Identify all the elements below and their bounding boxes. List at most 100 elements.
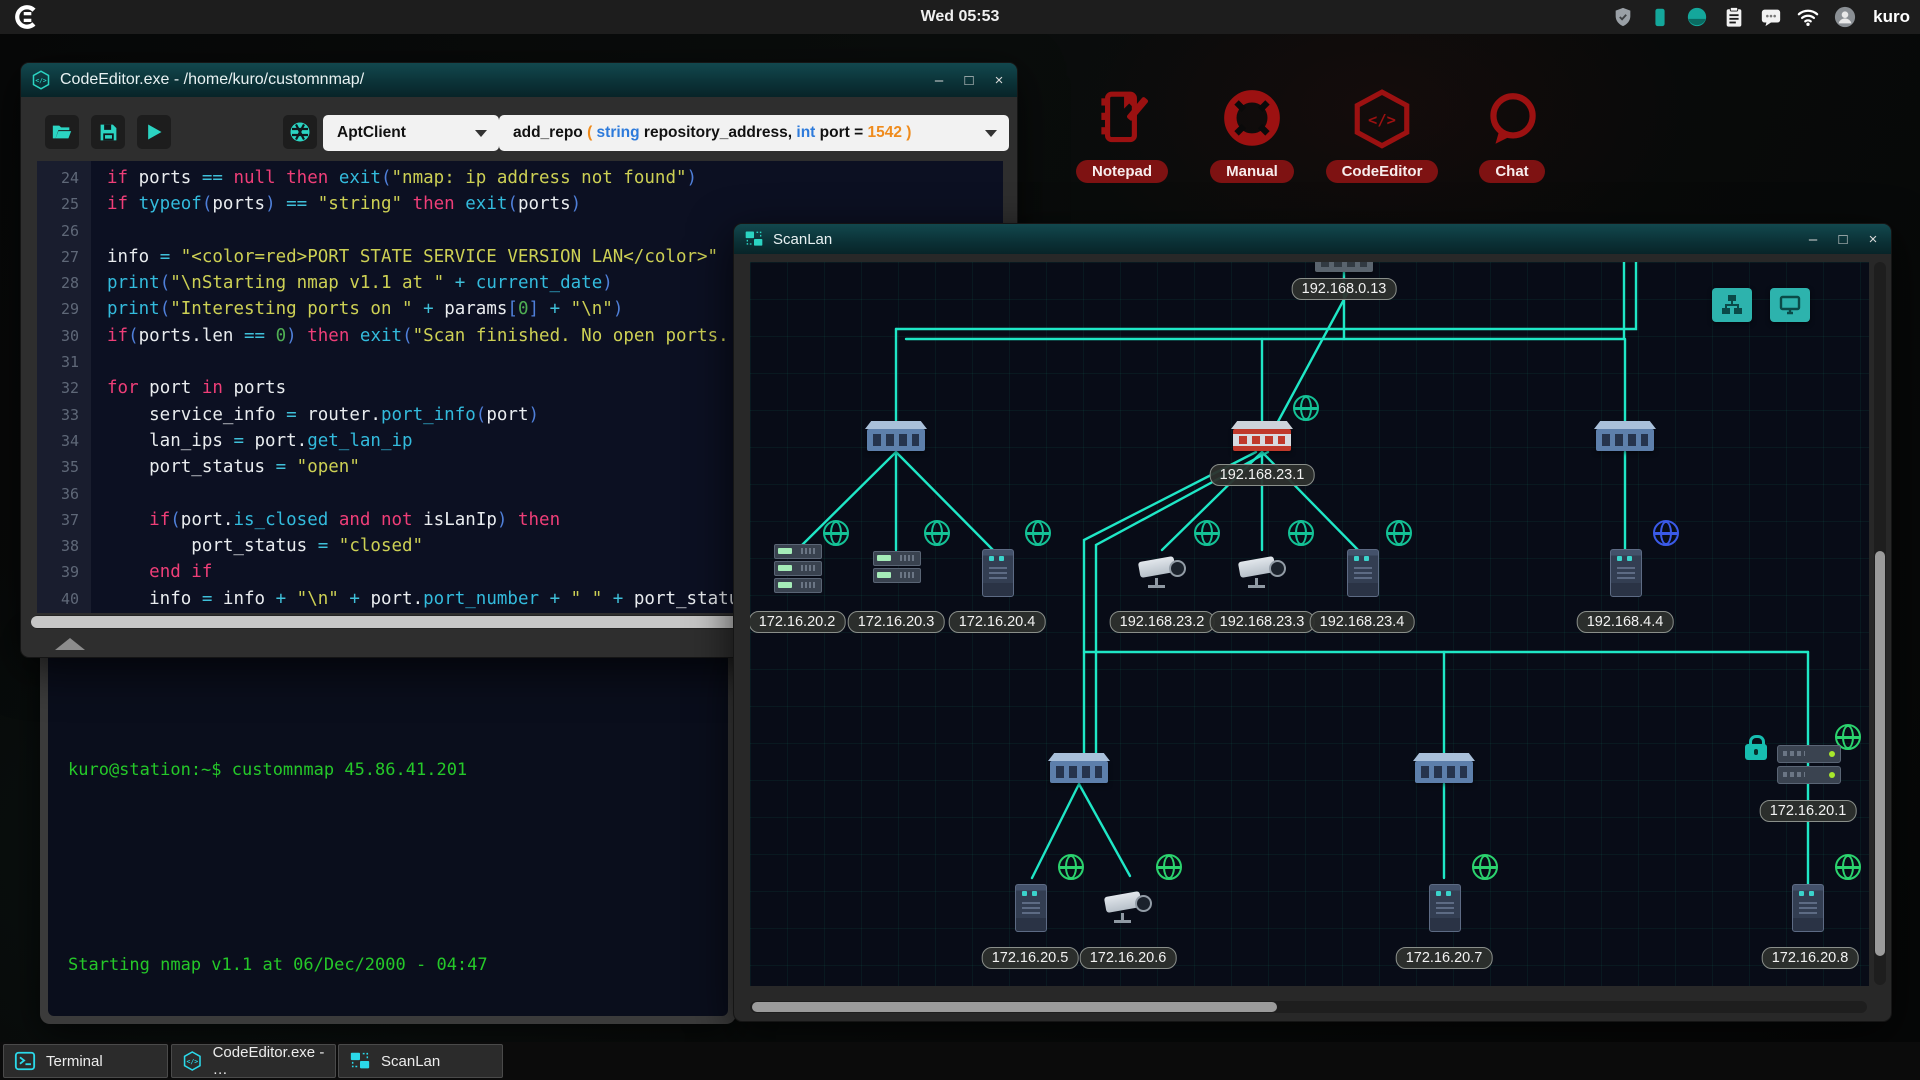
close-button[interactable]: × (989, 72, 1009, 89)
package-api-button[interactable] (283, 115, 317, 149)
desktop-icon-notepad[interactable]: Notepad (1062, 88, 1182, 183)
internet-globe-icon (1288, 520, 1314, 546)
line-number: 29 (37, 296, 91, 322)
line-number: 33 (37, 402, 91, 428)
chat-status-icon[interactable] (1760, 6, 1782, 28)
line-number: 30 (37, 323, 91, 349)
shield-check-icon[interactable] (1612, 6, 1634, 28)
scanlan-icon (744, 229, 764, 249)
node-switch[interactable] (1050, 761, 1108, 783)
node-label[interactable]: 192.168.23.4 (1310, 611, 1415, 633)
terminal-line: Starting nmap v1.1 at 06/Dec/2000 - 04:4… (68, 953, 720, 977)
code-text (91, 218, 107, 244)
taskbar-item-codeeditor[interactable]: </> CodeEditor.exe - … (171, 1044, 336, 1078)
terminal-screen[interactable]: kuro@station:~$ customnmap 45.86.41.201 … (48, 644, 728, 1016)
code-text (91, 481, 107, 507)
scrollbar-handle[interactable] (752, 1002, 1277, 1012)
scrollbar-handle[interactable] (1875, 551, 1885, 956)
line-number: 37 (37, 507, 91, 533)
scanlan-titlebar[interactable]: ScanLan – □ × (734, 224, 1891, 254)
expand-up-icon[interactable] (55, 638, 85, 650)
network-map[interactable]: 192.168.0.13 192.168.23.1 172.16.20.2 17… (750, 262, 1869, 986)
node-label[interactable]: 172.16.20.1 (1760, 800, 1857, 822)
node-label[interactable]: 172.16.20.5 (982, 947, 1079, 969)
network-tree-button[interactable] (1712, 288, 1752, 322)
code-text: info = info + "\n" + port.port_number + … (91, 586, 739, 612)
floppy-save-icon (98, 122, 119, 143)
node-desktop[interactable] (1429, 884, 1461, 932)
node-label[interactable]: 172.16.20.4 (949, 611, 1046, 633)
node-label[interactable]: 192.168.4.4 (1577, 611, 1674, 633)
wifi-icon[interactable] (1797, 6, 1819, 28)
line-number: 36 (37, 481, 91, 507)
code-line: 24 if ports == null then exit("nmap: ip … (37, 165, 1003, 191)
lifering-icon (1219, 88, 1285, 154)
taskbar: Terminal </> CodeEditor.exe - … ScanLan (0, 1042, 1920, 1080)
node-switch-uplink[interactable] (1315, 262, 1373, 272)
node-label[interactable]: 172.16.20.2 (750, 611, 845, 633)
device-view-button[interactable] (1770, 288, 1810, 322)
internet-globe-icon (924, 520, 950, 546)
line-number: 27 (37, 244, 91, 270)
node-label[interactable]: 192.168.23.3 (1210, 611, 1315, 633)
run-button[interactable] (137, 115, 171, 149)
method-signature-dropdown[interactable]: add_repo ( string repository_address, in… (499, 115, 1009, 151)
node-desktop[interactable] (1015, 884, 1047, 932)
taskbar-item-terminal[interactable]: Terminal (3, 1044, 168, 1078)
vertical-scrollbar[interactable] (1874, 262, 1886, 985)
code-hexagon-icon: </> (1349, 88, 1415, 154)
internet-globe-icon (1472, 854, 1498, 880)
node-switch[interactable] (1415, 761, 1473, 783)
code-text: if(port.is_closed and not isLanIp) then (91, 507, 560, 533)
desktop-icon-codeeditor[interactable]: </> CodeEditor (1322, 88, 1442, 183)
user-avatar-icon[interactable] (1834, 6, 1856, 28)
node-label[interactable]: 172.16.20.7 (1396, 947, 1493, 969)
taskbar-item-label: ScanLan (381, 1053, 440, 1070)
node-camera[interactable] (1101, 889, 1155, 923)
codeeditor-titlebar[interactable]: </> CodeEditor.exe - /home/kuro/customnm… (21, 63, 1017, 97)
desktop-icon-manual[interactable]: Manual (1192, 88, 1312, 183)
taskbar-item-scanlan[interactable]: ScanLan (338, 1044, 503, 1078)
code-line: 25 if typeof(ports) == "string" then exi… (37, 191, 1003, 217)
node-label[interactable]: 172.16.20.8 (1762, 947, 1859, 969)
desktop-icon-chat[interactable]: Chat (1452, 88, 1572, 183)
node-switch[interactable] (1596, 429, 1654, 451)
node-desktop[interactable] (1610, 549, 1642, 597)
node-router[interactable] (1777, 745, 1841, 784)
node-camera[interactable] (1235, 554, 1289, 588)
node-camera[interactable] (1135, 554, 1189, 588)
line-number: 31 (37, 349, 91, 375)
lock-icon (1745, 744, 1767, 760)
node-desktop[interactable] (1347, 549, 1379, 597)
node-server[interactable] (873, 551, 921, 583)
node-desktop[interactable] (1792, 884, 1824, 932)
disk-usage-icon[interactable] (1686, 6, 1708, 28)
close-button[interactable]: × (1863, 231, 1883, 248)
chevron-down-icon (985, 130, 997, 137)
code-text: lan_ips = port.get_lan_ip (91, 428, 413, 454)
node-switch-target[interactable] (1233, 429, 1291, 451)
desktop-icon-label: Manual (1210, 160, 1294, 183)
maximize-button[interactable]: □ (1833, 231, 1853, 248)
horizontal-scrollbar[interactable] (750, 1001, 1867, 1013)
desktop-icon-label: Notepad (1076, 160, 1168, 183)
clipboard-icon[interactable] (1723, 6, 1745, 28)
maximize-button[interactable]: □ (959, 72, 979, 89)
node-server[interactable] (774, 544, 822, 593)
node-label[interactable]: 192.168.0.13 (1292, 278, 1397, 300)
node-switch[interactable] (867, 429, 925, 451)
node-label[interactable]: 172.16.20.6 (1080, 947, 1177, 969)
node-label[interactable]: 192.168.23.1 (1210, 464, 1315, 486)
minimize-button[interactable]: – (929, 72, 949, 89)
minimize-button[interactable]: – (1803, 231, 1823, 248)
battery-icon[interactable] (1649, 6, 1671, 28)
internet-globe-blue-icon (1653, 520, 1679, 546)
node-desktop[interactable] (982, 549, 1014, 597)
save-button[interactable] (91, 115, 125, 149)
terminal-window: kuro@station:~$ customnmap 45.86.41.201 … (40, 636, 736, 1024)
api-client-dropdown[interactable]: AptClient (323, 115, 499, 151)
node-label[interactable]: 172.16.20.3 (848, 611, 945, 633)
desktop-icon-label: Chat (1479, 160, 1544, 183)
node-label[interactable]: 192.168.23.2 (1110, 611, 1215, 633)
open-file-button[interactable] (45, 115, 79, 149)
